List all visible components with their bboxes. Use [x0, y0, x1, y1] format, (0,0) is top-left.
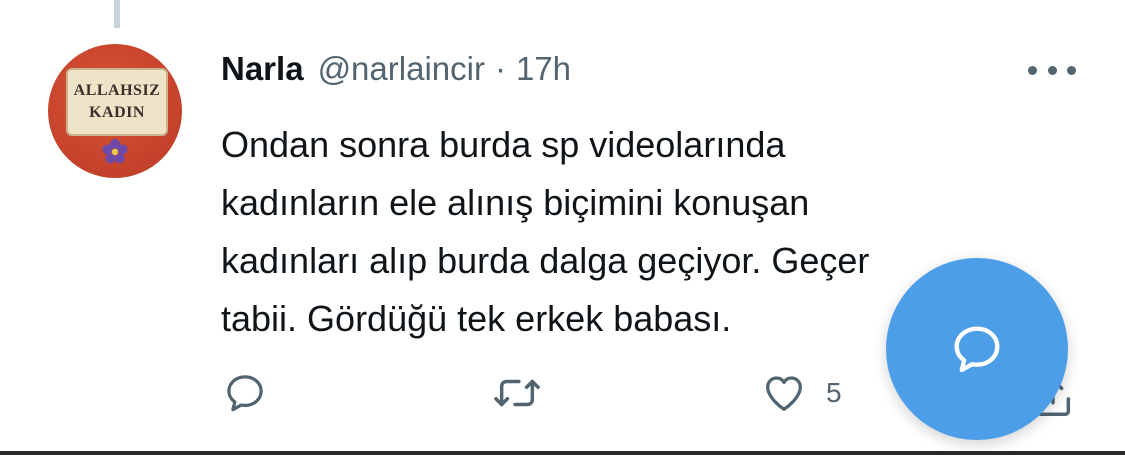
more-dot	[1047, 65, 1057, 75]
compose-reply-icon	[954, 326, 1000, 373]
retweet-icon	[494, 379, 540, 407]
heart-icon	[766, 376, 802, 411]
more-options-icon[interactable]	[1028, 58, 1076, 82]
reply-button[interactable]	[222, 370, 268, 416]
timestamp[interactable]: 17h	[516, 50, 571, 88]
avatar-text-line1: ALLAHSIZ	[73, 82, 161, 99]
reply-icon	[227, 375, 263, 412]
author-handle[interactable]: @narlaincir	[318, 50, 485, 88]
flower-icon	[102, 139, 128, 164]
avatar[interactable]: ALLAHSIZ KADIN	[48, 44, 182, 178]
author-name[interactable]: Narla	[221, 50, 304, 88]
avatar-label: ALLAHSIZ KADIN	[66, 68, 168, 136]
tweet-text-line: Ondan sonra burda sp videolarında	[221, 124, 786, 165]
retweet-button[interactable]	[492, 370, 542, 416]
tweet-header: Narla @narlaincir · 17h	[221, 50, 571, 94]
like-button[interactable]: 5	[760, 370, 842, 416]
thread-connector-line	[114, 0, 120, 28]
like-count: 5	[826, 377, 842, 408]
tweet-text-line: kadınların ele alınış biçimini konuşan	[221, 182, 810, 223]
more-dot	[1067, 65, 1076, 75]
divider	[0, 451, 1125, 455]
tweet-text-line: kadınları alıp burda dalga geçiyor. Geçe…	[221, 240, 870, 281]
more-dot	[1028, 65, 1037, 75]
separator-dot: ·	[494, 50, 506, 87]
avatar-text-line2: KADIN	[89, 104, 145, 121]
compose-reply-button[interactable]	[886, 258, 1068, 440]
